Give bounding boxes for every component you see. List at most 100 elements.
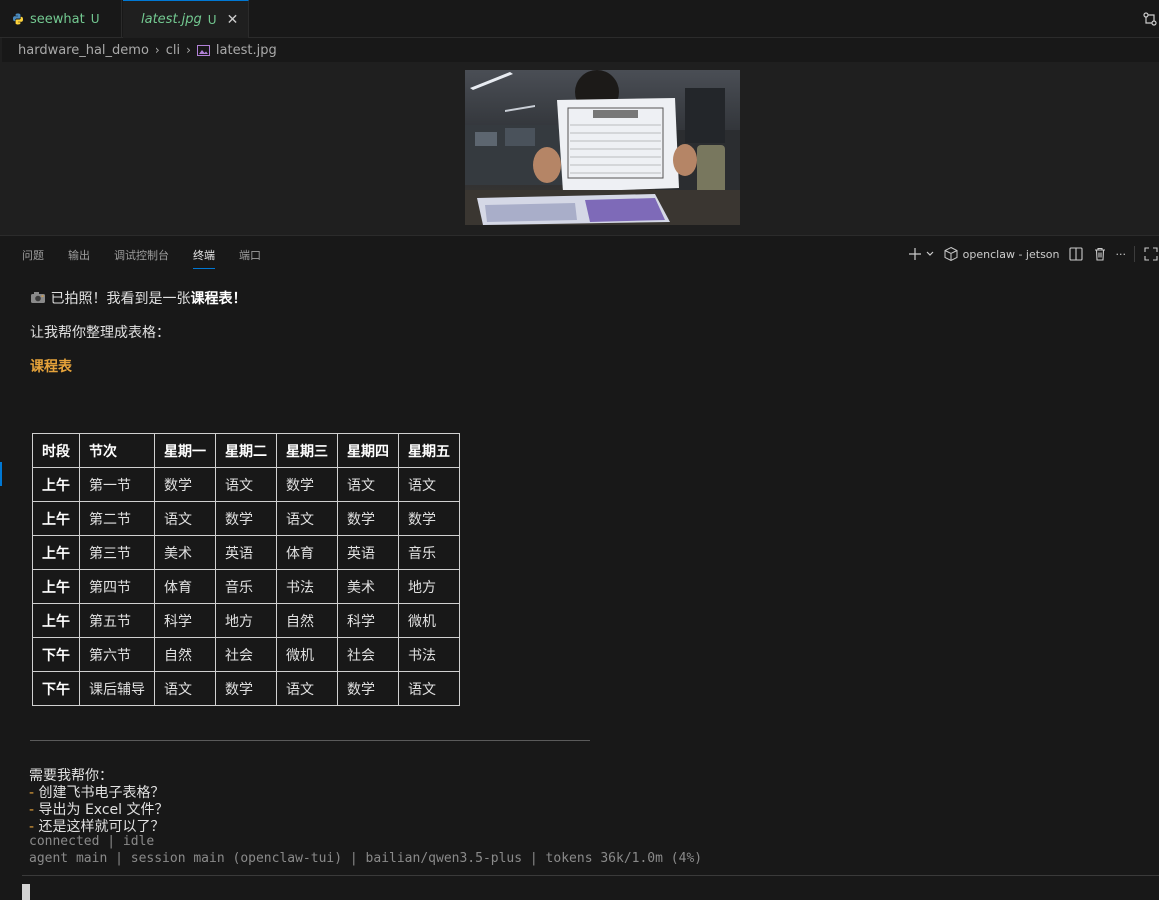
subject-cell: 英语 — [337, 535, 399, 570]
untracked-badge: U — [207, 12, 217, 27]
subject-cell: 美术 — [154, 535, 216, 570]
table-row: 上午 第四节 体育 音乐 书法 美术 地方 — [32, 569, 460, 604]
period-cell: 上午 — [32, 569, 80, 604]
subject-cell: 语文 — [398, 467, 460, 502]
subject-cell: 数学 — [337, 671, 399, 706]
split-terminal-icon[interactable] — [1068, 246, 1084, 262]
lesson-cell: 第一节 — [79, 467, 155, 502]
compare-changes-icon[interactable] — [1143, 12, 1157, 26]
period-cell: 上午 — [32, 603, 80, 638]
panel-actions: openclaw - jetson ··· — [907, 244, 1159, 264]
close-icon[interactable]: ✕ — [227, 12, 239, 28]
divider — [1134, 246, 1135, 262]
bottom-panel: 问题 输出 调试控制台 终端 端口 openclaw - jetson ··· … — [0, 235, 1159, 900]
camera-icon — [31, 292, 45, 303]
lesson-cell: 课后辅导 — [79, 671, 155, 706]
column-header: 星期五 — [398, 433, 460, 468]
column-header: 星期一 — [154, 433, 216, 468]
subject-cell: 语文 — [276, 501, 338, 536]
tab-output[interactable]: 输出 — [68, 247, 90, 263]
followup-option: - 还是这样就可以了？ — [29, 816, 165, 836]
subject-cell: 体育 — [276, 535, 338, 570]
table-row: 上午 第一节 数学 语文 数学 语文 语文 — [32, 467, 460, 502]
subject-cell: 数学 — [154, 467, 216, 502]
period-cell: 下午 — [32, 637, 80, 672]
subject-cell: 英语 — [215, 535, 277, 570]
breadcrumb-item[interactable]: cli — [166, 43, 180, 58]
message-text: 已拍照！我看到是一张 — [50, 291, 191, 307]
horizontal-rule — [30, 740, 590, 741]
subject-cell: 地方 — [215, 603, 277, 638]
subject-cell: 科学 — [154, 603, 216, 638]
trash-icon[interactable] — [1092, 246, 1108, 262]
subject-cell: 数学 — [215, 501, 277, 536]
subject-cell: 数学 — [276, 467, 338, 502]
subject-cell: 语文 — [215, 467, 277, 502]
tab-problems[interactable]: 问题 — [22, 247, 44, 263]
column-header: 时段 — [32, 433, 80, 468]
period-cell: 下午 — [32, 671, 80, 706]
input-divider — [22, 875, 1159, 876]
bullet-dash: - — [29, 819, 35, 835]
subject-cell: 微机 — [276, 637, 338, 672]
image-icon — [196, 44, 210, 56]
breadcrumb-item[interactable]: hardware_hal_demo — [18, 43, 149, 58]
period-cell: 上午 — [32, 467, 80, 502]
column-header: 节次 — [79, 433, 155, 468]
tab-seewhat[interactable]: seewhat U — [0, 0, 122, 38]
vscode-window: seewhat U latest.jpg U ✕ hardware_hal_de… — [0, 0, 1159, 900]
terminal-name[interactable]: openclaw - jetson — [963, 248, 1060, 261]
table-row: 上午 第五节 科学 地方 自然 科学 微机 — [32, 603, 460, 638]
subject-cell: 社会 — [215, 637, 277, 672]
photo-taken-line: 已拍照！我看到是一张课程表！ — [30, 288, 246, 308]
period-cell: 上午 — [32, 501, 80, 536]
terminal-profile-icon — [944, 246, 958, 262]
panel-tab-bar: 问题 输出 调试控制台 终端 端口 openclaw - jetson ··· — [0, 236, 1159, 272]
table-row: 上午 第二节 语文 数学 语文 数学 数学 — [32, 501, 460, 536]
schedule-table: 时段 节次 星期一 星期二 星期三 星期四 星期五 上午 第一节 数学 语文 数学 语文 语文 上午 第二节… — [32, 433, 460, 706]
terminal-cursor[interactable] — [22, 884, 30, 900]
tab-ports[interactable]: 端口 — [239, 247, 261, 263]
untracked-badge: U — [90, 12, 100, 26]
subject-cell: 数学 — [337, 501, 399, 536]
lesson-cell: 第二节 — [79, 501, 155, 536]
lesson-cell: 第六节 — [79, 637, 155, 672]
message-text: ！ — [232, 291, 247, 307]
subject-cell: 微机 — [398, 603, 460, 638]
more-actions-icon[interactable]: ··· — [1116, 248, 1127, 261]
option-text: 还是这样就可以了？ — [38, 819, 165, 835]
tab-terminal[interactable]: 终端 — [193, 247, 215, 269]
table-header-row: 时段 节次 星期一 星期二 星期三 星期四 星期五 — [32, 433, 460, 468]
tab-latest-jpg[interactable]: latest.jpg U ✕ — [123, 0, 249, 38]
message-bold: 课程表 — [190, 291, 233, 307]
column-header: 星期四 — [337, 433, 399, 468]
table-row: 下午 课后辅导 语文 数学 语文 数学 语文 — [32, 671, 460, 706]
subject-cell: 语文 — [337, 467, 399, 502]
subject-cell: 体育 — [154, 569, 216, 604]
tab-label: seewhat — [30, 11, 85, 27]
captured-photo[interactable] — [465, 70, 740, 225]
breadcrumb-item[interactable]: latest.jpg — [216, 43, 277, 58]
subject-cell: 书法 — [276, 569, 338, 604]
table-body: 上午 第一节 数学 语文 数学 语文 语文 上午 第二节 语文 数学 语文 数学 数学 上午 第三节 美术 英语体… — [32, 467, 460, 706]
tab-debug-console[interactable]: 调试控制台 — [114, 247, 169, 263]
subject-cell: 数学 — [398, 501, 460, 536]
lesson-cell: 第四节 — [79, 569, 155, 604]
subject-cell: 自然 — [276, 603, 338, 638]
subject-cell: 社会 — [337, 637, 399, 672]
period-cell: 上午 — [32, 535, 80, 570]
subject-cell: 书法 — [398, 637, 460, 672]
scroll-marker — [0, 462, 2, 486]
subject-cell: 语文 — [154, 671, 216, 706]
subject-cell: 美术 — [337, 569, 399, 604]
subject-cell: 地方 — [398, 569, 460, 604]
table-row: 上午 第三节 美术 英语 体育 英语 音乐 — [32, 535, 460, 570]
new-terminal-plus-icon[interactable] — [907, 246, 923, 262]
lesson-cell: 第三节 — [79, 535, 155, 570]
maximize-panel-icon[interactable] — [1143, 246, 1159, 262]
python-icon — [13, 13, 23, 25]
table-title: 课程表 — [30, 359, 72, 375]
subject-cell: 音乐 — [215, 569, 277, 604]
chevron-down-icon[interactable] — [925, 246, 935, 262]
subject-cell: 语文 — [154, 501, 216, 536]
